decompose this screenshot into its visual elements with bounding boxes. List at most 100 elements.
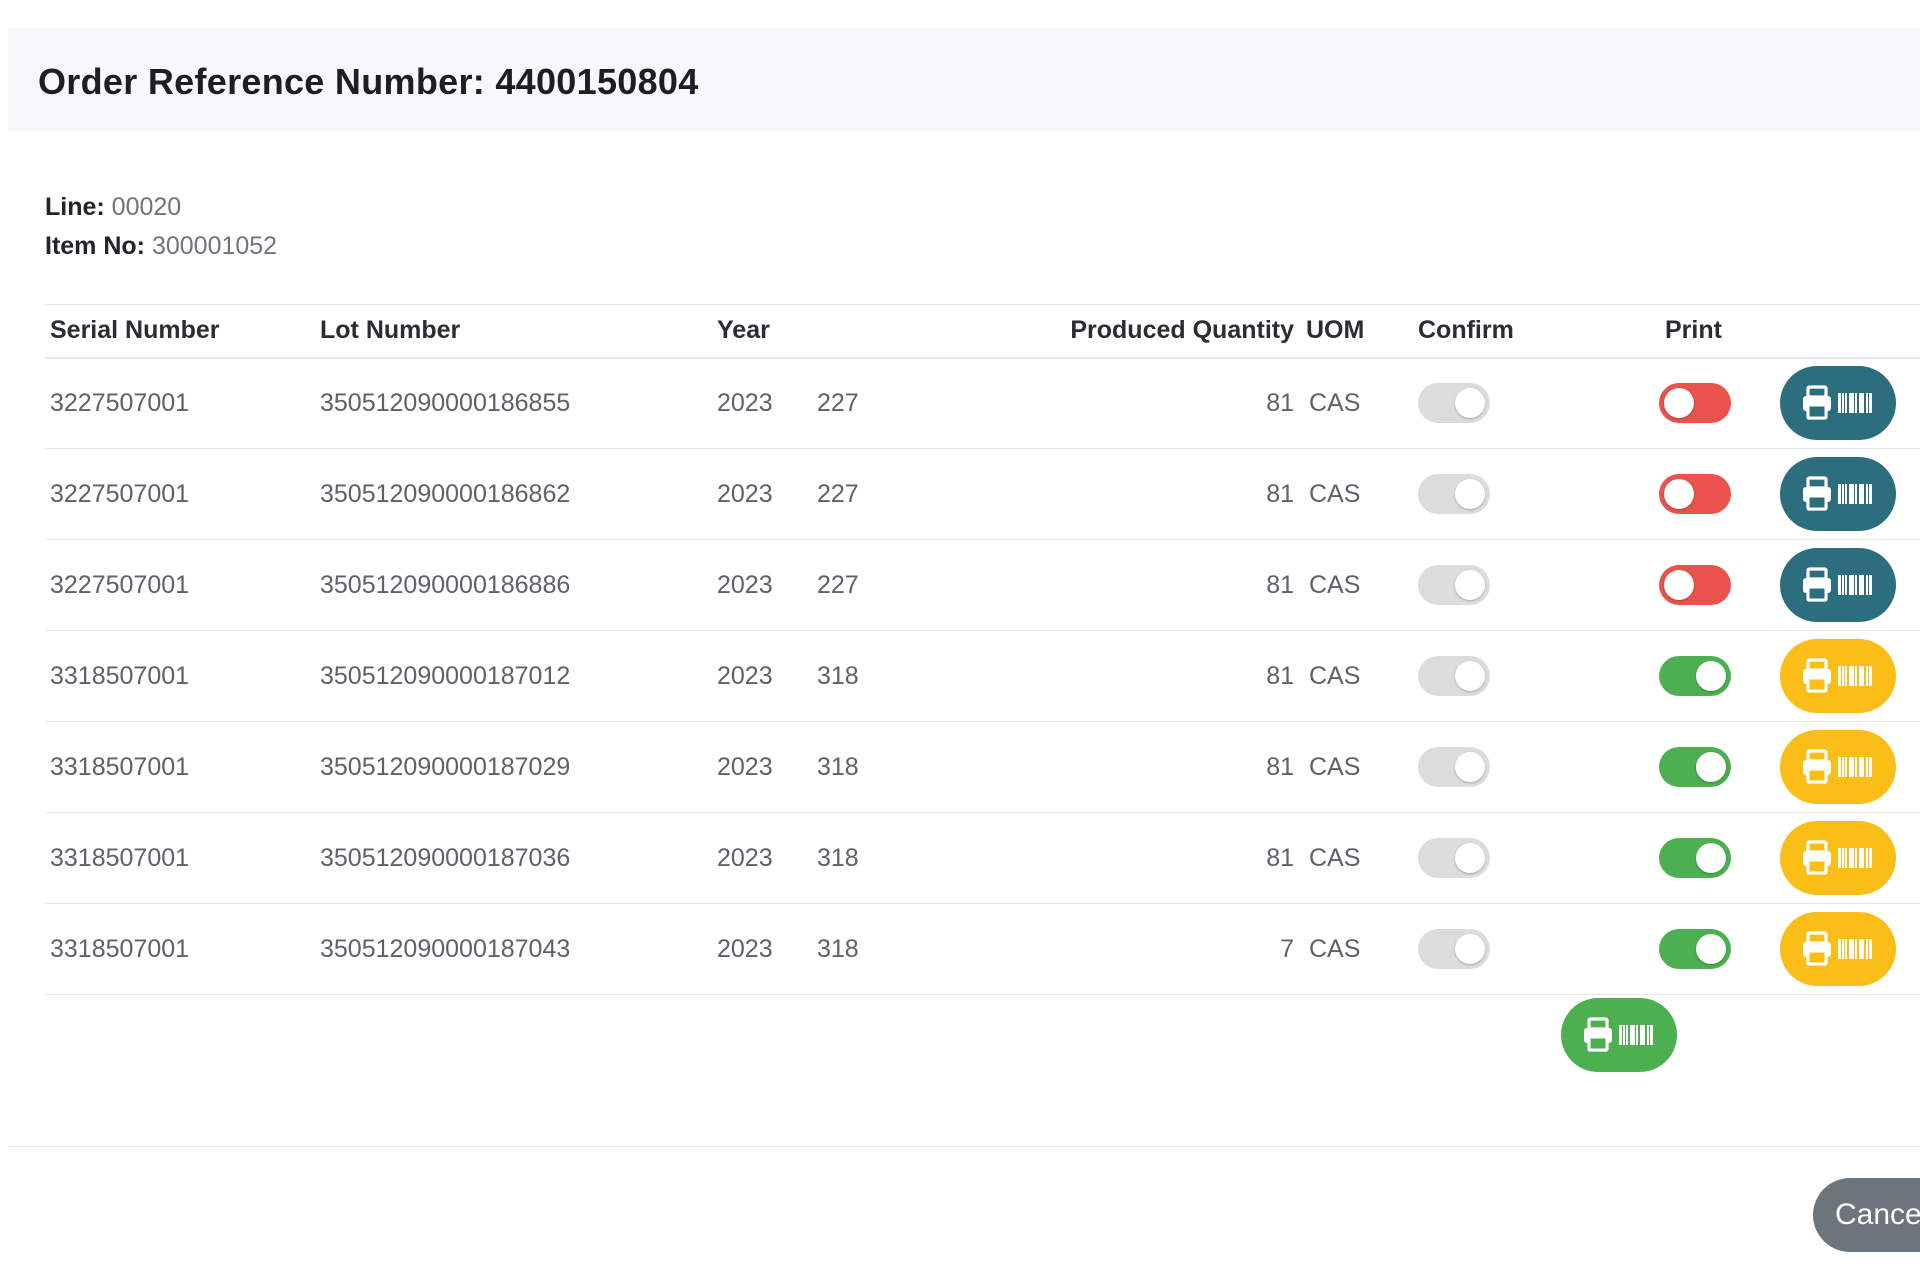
confirm-cell xyxy=(1401,722,1621,813)
code-cell: 227 xyxy=(817,388,859,417)
year-cell: 2023 xyxy=(717,388,773,417)
col-serial-number: Serial Number xyxy=(50,316,220,345)
item-info: Item No: 300001052 xyxy=(45,232,277,261)
print-barcode-icon xyxy=(1802,747,1874,787)
lot-number-cell: 350512090000187036 xyxy=(320,843,571,872)
print-cell xyxy=(1621,449,1761,540)
print-action-cell xyxy=(1761,449,1920,540)
print-labels-modal: Order Reference Number: 4400150804 Line:… xyxy=(0,0,1920,1280)
print-label-button[interactable] xyxy=(1780,912,1896,986)
toggle-knob xyxy=(1664,388,1694,419)
print-cell xyxy=(1621,813,1761,904)
toggle-knob xyxy=(1664,570,1694,600)
confirm-toggle[interactable] xyxy=(1418,838,1490,878)
produced-quantity-cell: 81 xyxy=(1266,661,1294,690)
print-barcode-icon xyxy=(1802,565,1874,605)
confirm-cell xyxy=(1401,904,1621,995)
table-row: 3318507001 350512090000187036 2023 318 8… xyxy=(45,813,1920,904)
table-row: 3318507001 350512090000187043 2023 318 7… xyxy=(45,904,1920,995)
uom-cell: CAS xyxy=(1309,479,1361,508)
print-all-container xyxy=(1561,998,1677,1072)
lot-number-cell: 350512090000187029 xyxy=(320,752,571,781)
year-cell: 2023 xyxy=(717,843,773,872)
modal-title: Order Reference Number: 4400150804 xyxy=(38,61,699,102)
table-row: 3227507001 350512090000186862 2023 227 8… xyxy=(45,449,1920,540)
serial-number-cell: 3318507001 xyxy=(50,843,190,872)
lot-number-cell: 350512090000186855 xyxy=(320,388,571,417)
confirm-toggle[interactable] xyxy=(1418,747,1490,787)
confirm-toggle[interactable] xyxy=(1418,656,1490,696)
print-cell xyxy=(1621,540,1761,631)
lot-number-cell: 350512090000187043 xyxy=(320,934,571,963)
lots-table: Serial Number Lot Number Year Produced Q… xyxy=(45,304,1920,995)
print-action-cell xyxy=(1761,813,1920,904)
serial-number-cell: 3318507001 xyxy=(50,752,190,781)
print-toggle[interactable] xyxy=(1659,838,1731,878)
print-label-button[interactable] xyxy=(1780,366,1896,441)
toggle-knob xyxy=(1696,661,1726,691)
print-barcode-icon xyxy=(1802,474,1874,514)
print-barcode-icon xyxy=(1802,656,1874,696)
print-action-cell xyxy=(1761,540,1920,631)
code-cell: 227 xyxy=(817,570,859,599)
print-cell xyxy=(1621,631,1761,722)
toggle-knob xyxy=(1455,752,1485,782)
lot-number-cell: 350512090000186886 xyxy=(320,570,571,599)
year-cell: 2023 xyxy=(717,934,773,963)
print-label-button[interactable] xyxy=(1780,548,1896,622)
year-cell: 2023 xyxy=(717,661,773,690)
confirm-toggle[interactable] xyxy=(1418,565,1490,605)
table-header-row: Serial Number Lot Number Year Produced Q… xyxy=(45,304,1920,358)
print-action-cell xyxy=(1761,722,1920,813)
produced-quantity-cell: 81 xyxy=(1266,388,1294,417)
lots-table-wrapper: Serial Number Lot Number Year Produced Q… xyxy=(45,304,1920,995)
confirm-cell xyxy=(1401,540,1621,631)
uom-cell: CAS xyxy=(1309,661,1361,690)
cancel-button[interactable]: Cancel xyxy=(1813,1178,1920,1252)
print-toggle[interactable] xyxy=(1659,474,1731,514)
print-cell xyxy=(1621,358,1761,449)
print-toggle[interactable] xyxy=(1659,383,1731,424)
lot-number-cell: 350512090000187012 xyxy=(320,661,571,690)
produced-quantity-cell: 81 xyxy=(1266,843,1294,872)
line-value: 00020 xyxy=(111,193,182,221)
print-toggle[interactable] xyxy=(1659,656,1731,696)
toggle-knob xyxy=(1455,570,1485,600)
print-label-button[interactable] xyxy=(1780,730,1896,804)
print-action-cell xyxy=(1761,631,1920,722)
confirm-toggle[interactable] xyxy=(1418,929,1490,969)
print-toggle[interactable] xyxy=(1659,565,1731,605)
col-code xyxy=(817,305,971,358)
produced-quantity-cell: 81 xyxy=(1266,752,1294,781)
footer-divider xyxy=(8,1146,1920,1147)
serial-number-cell: 3227507001 xyxy=(50,388,190,417)
col-year: Year xyxy=(717,316,770,345)
table-row: 3227507001 350512090000186855 2023 227 8… xyxy=(45,358,1920,449)
item-label: Item No: xyxy=(45,232,145,260)
serial-number-cell: 3318507001 xyxy=(50,661,190,690)
confirm-cell xyxy=(1401,631,1621,722)
produced-quantity-cell: 81 xyxy=(1266,479,1294,508)
print-label-button[interactable] xyxy=(1780,457,1896,531)
serial-number-cell: 3227507001 xyxy=(50,479,190,508)
toggle-knob xyxy=(1455,661,1485,691)
toggle-knob xyxy=(1696,843,1726,873)
code-cell: 227 xyxy=(817,479,859,508)
print-all-button[interactable] xyxy=(1561,998,1677,1072)
code-cell: 318 xyxy=(817,752,859,781)
confirm-toggle[interactable] xyxy=(1418,474,1490,514)
print-action-cell xyxy=(1761,358,1920,449)
col-confirm: Confirm xyxy=(1418,316,1514,345)
print-label-button[interactable] xyxy=(1780,639,1896,713)
confirm-cell xyxy=(1401,813,1621,904)
modal-header: Order Reference Number: 4400150804 xyxy=(8,28,1920,131)
print-toggle[interactable] xyxy=(1659,747,1731,787)
uom-cell: CAS xyxy=(1309,843,1361,872)
table-row: 3318507001 350512090000187012 2023 318 8… xyxy=(45,631,1920,722)
print-action-cell xyxy=(1761,904,1920,995)
toggle-knob xyxy=(1664,479,1694,509)
print-label-button[interactable] xyxy=(1780,821,1896,895)
confirm-toggle[interactable] xyxy=(1418,383,1490,424)
print-toggle[interactable] xyxy=(1659,929,1731,969)
line-label: Line: xyxy=(45,193,105,221)
